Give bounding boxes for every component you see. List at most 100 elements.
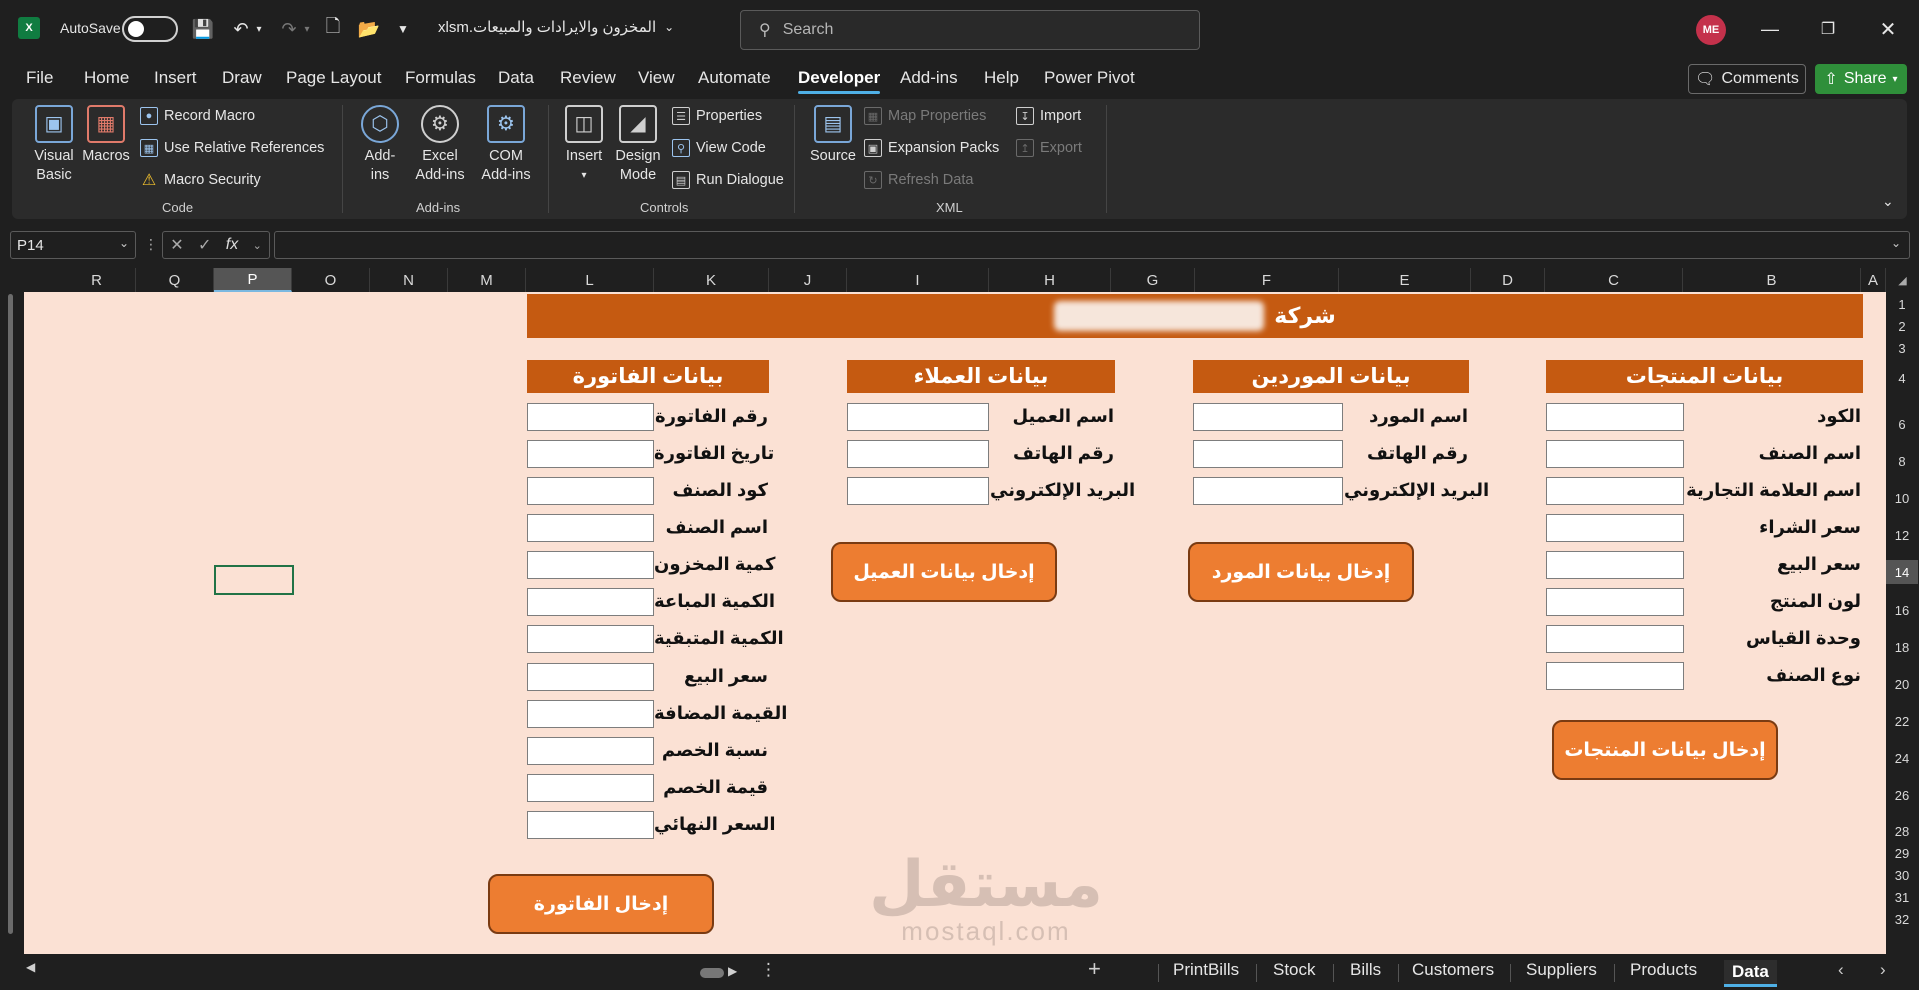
column-header[interactable]: B bbox=[1683, 268, 1861, 292]
map-properties-button[interactable]: ▦ Map Properties bbox=[864, 107, 986, 125]
xml-source-button[interactable]: ▤ Source bbox=[806, 105, 860, 166]
column-header[interactable]: A bbox=[1861, 268, 1886, 292]
column-header[interactable]: K bbox=[654, 268, 769, 292]
column-header[interactable]: R bbox=[58, 268, 136, 292]
row-header[interactable]: 6 bbox=[1886, 412, 1918, 436]
undo-dropdown-icon[interactable]: ▾ bbox=[252, 16, 266, 42]
column-header[interactable]: E bbox=[1339, 268, 1471, 292]
vat-input[interactable] bbox=[527, 700, 654, 728]
sold-quantity-input[interactable] bbox=[527, 588, 654, 616]
vertical-scrollbar[interactable] bbox=[4, 276, 16, 956]
product-color-input[interactable] bbox=[1546, 588, 1684, 616]
add-products-button[interactable]: إدخال بيانات المنتجات bbox=[1552, 720, 1778, 780]
expansion-packs-button[interactable]: ▣ Expansion Packs bbox=[864, 139, 999, 157]
row-header[interactable]: 8 bbox=[1886, 449, 1918, 473]
remaining-quantity-input[interactable] bbox=[527, 625, 654, 653]
purchase-price-input[interactable] bbox=[1546, 514, 1684, 542]
menu-automate[interactable]: Automate bbox=[698, 68, 771, 88]
customer-name-input[interactable] bbox=[847, 403, 989, 431]
refresh-data-button[interactable]: ↻ Refresh Data bbox=[864, 171, 973, 189]
menu-view[interactable]: View bbox=[638, 68, 675, 88]
add-sheet-icon[interactable]: + bbox=[1088, 956, 1101, 982]
next-sheet-icon[interactable]: › bbox=[1880, 960, 1886, 980]
column-header[interactable]: I bbox=[847, 268, 989, 292]
row-header[interactable]: 31 bbox=[1886, 887, 1918, 907]
product-name-input[interactable] bbox=[1546, 440, 1684, 468]
scroll-right-icon[interactable]: ▶ bbox=[728, 964, 737, 978]
menu-data[interactable]: Data bbox=[498, 68, 534, 88]
more-options-icon[interactable]: ⋮ bbox=[144, 236, 158, 253]
item-code-input[interactable] bbox=[527, 477, 654, 505]
view-code-button[interactable]: ⚲ View Code bbox=[672, 139, 766, 157]
new-file-icon[interactable]: 🗋 bbox=[320, 16, 346, 42]
row-header[interactable]: 26 bbox=[1886, 783, 1918, 807]
menu-page-layout[interactable]: Page Layout bbox=[286, 68, 381, 88]
final-price-input[interactable] bbox=[527, 811, 654, 839]
add-ins-button[interactable]: ⬡ Add- ins bbox=[356, 105, 404, 185]
use-relative-references-button[interactable]: ▦ Use Relative References bbox=[140, 139, 324, 157]
invoice-sale-price-input[interactable] bbox=[527, 663, 654, 691]
selected-cell-p14[interactable] bbox=[214, 565, 294, 595]
brand-name-input[interactable] bbox=[1546, 477, 1684, 505]
sale-price-input[interactable] bbox=[1546, 551, 1684, 579]
supplier-name-input[interactable] bbox=[1193, 403, 1343, 431]
record-macro-button[interactable]: ● Record Macro bbox=[140, 107, 255, 125]
row-header[interactable]: 22 bbox=[1886, 709, 1918, 733]
row-header[interactable]: 12 bbox=[1886, 523, 1918, 547]
save-icon[interactable]: 💾 bbox=[190, 16, 216, 42]
menu-formulas[interactable]: Formulas bbox=[405, 68, 476, 88]
run-dialogue-button[interactable]: ▤ Run Dialogue bbox=[672, 171, 784, 189]
stock-quantity-input[interactable] bbox=[527, 551, 654, 579]
row-header[interactable]: 4 bbox=[1886, 366, 1918, 390]
redo-icon[interactable]: ↷ bbox=[276, 16, 302, 42]
open-folder-icon[interactable]: 📂 bbox=[356, 16, 382, 42]
com-add-ins-button[interactable]: ⚙ COM Add-ins bbox=[476, 105, 536, 185]
expand-formula-icon[interactable]: ⌄ bbox=[1891, 236, 1901, 250]
tab-stock[interactable]: Stock bbox=[1273, 960, 1316, 980]
scrollbar-thumb[interactable] bbox=[8, 294, 13, 934]
macros-button[interactable]: ▦ Macros bbox=[80, 105, 132, 166]
cancel-icon[interactable]: ✕ bbox=[170, 235, 183, 255]
row-header[interactable]: 3 bbox=[1886, 338, 1918, 358]
menu-file[interactable]: File bbox=[26, 68, 53, 88]
supplier-phone-input[interactable] bbox=[1193, 440, 1343, 468]
row-header[interactable]: 29 bbox=[1886, 843, 1918, 863]
customer-phone-input[interactable] bbox=[847, 440, 989, 468]
properties-button[interactable]: ☰ Properties bbox=[672, 107, 762, 125]
autosave-toggle[interactable] bbox=[122, 16, 178, 42]
row-header[interactable]: 30 bbox=[1886, 865, 1918, 885]
formula-input[interactable]: ⌄ bbox=[274, 231, 1910, 259]
row-header[interactable]: 20 bbox=[1886, 672, 1918, 696]
menu-review[interactable]: Review bbox=[560, 68, 616, 88]
discount-rate-input[interactable] bbox=[527, 737, 654, 765]
column-header[interactable]: F bbox=[1195, 268, 1339, 292]
menu-insert[interactable]: Insert bbox=[154, 68, 197, 88]
column-header-selected[interactable]: P bbox=[214, 268, 292, 292]
menu-help[interactable]: Help bbox=[984, 68, 1019, 88]
tab-data[interactable]: Data bbox=[1724, 960, 1777, 987]
collapse-ribbon-icon[interactable]: ⌄ bbox=[1882, 193, 1894, 210]
tab-bills[interactable]: Bills bbox=[1350, 960, 1381, 980]
redo-dropdown-icon[interactable]: ▾ bbox=[300, 16, 314, 42]
row-header[interactable]: 2 bbox=[1886, 316, 1918, 336]
row-header[interactable]: 1 bbox=[1886, 294, 1918, 314]
product-code-input[interactable] bbox=[1546, 403, 1684, 431]
supplier-email-input[interactable] bbox=[1193, 477, 1343, 505]
tab-printbills[interactable]: PrintBills bbox=[1173, 960, 1239, 980]
tab-customers[interactable]: Customers bbox=[1412, 960, 1494, 980]
column-header[interactable]: J bbox=[769, 268, 847, 292]
column-header[interactable]: C bbox=[1545, 268, 1683, 292]
menu-add-ins[interactable]: Add-ins bbox=[900, 68, 958, 88]
sheet-canvas[interactable]: شركة بيانات المنتجات بيانات الموردين بيا… bbox=[24, 292, 1886, 954]
row-header[interactable]: 10 bbox=[1886, 486, 1918, 510]
menu-power-pivot[interactable]: Power Pivot bbox=[1044, 68, 1135, 88]
unit-input[interactable] bbox=[1546, 625, 1684, 653]
select-all-corner[interactable]: ◢ bbox=[1886, 268, 1919, 292]
column-header[interactable]: H bbox=[989, 268, 1111, 292]
add-invoice-button[interactable]: إدخال الفاتورة bbox=[488, 874, 714, 934]
close-icon[interactable]: ✕ bbox=[1868, 14, 1908, 44]
column-header[interactable]: L bbox=[526, 268, 654, 292]
product-type-input[interactable] bbox=[1546, 662, 1684, 690]
item-name-input[interactable] bbox=[527, 514, 654, 542]
comments-button[interactable]: 🗨 Comments bbox=[1688, 64, 1806, 94]
